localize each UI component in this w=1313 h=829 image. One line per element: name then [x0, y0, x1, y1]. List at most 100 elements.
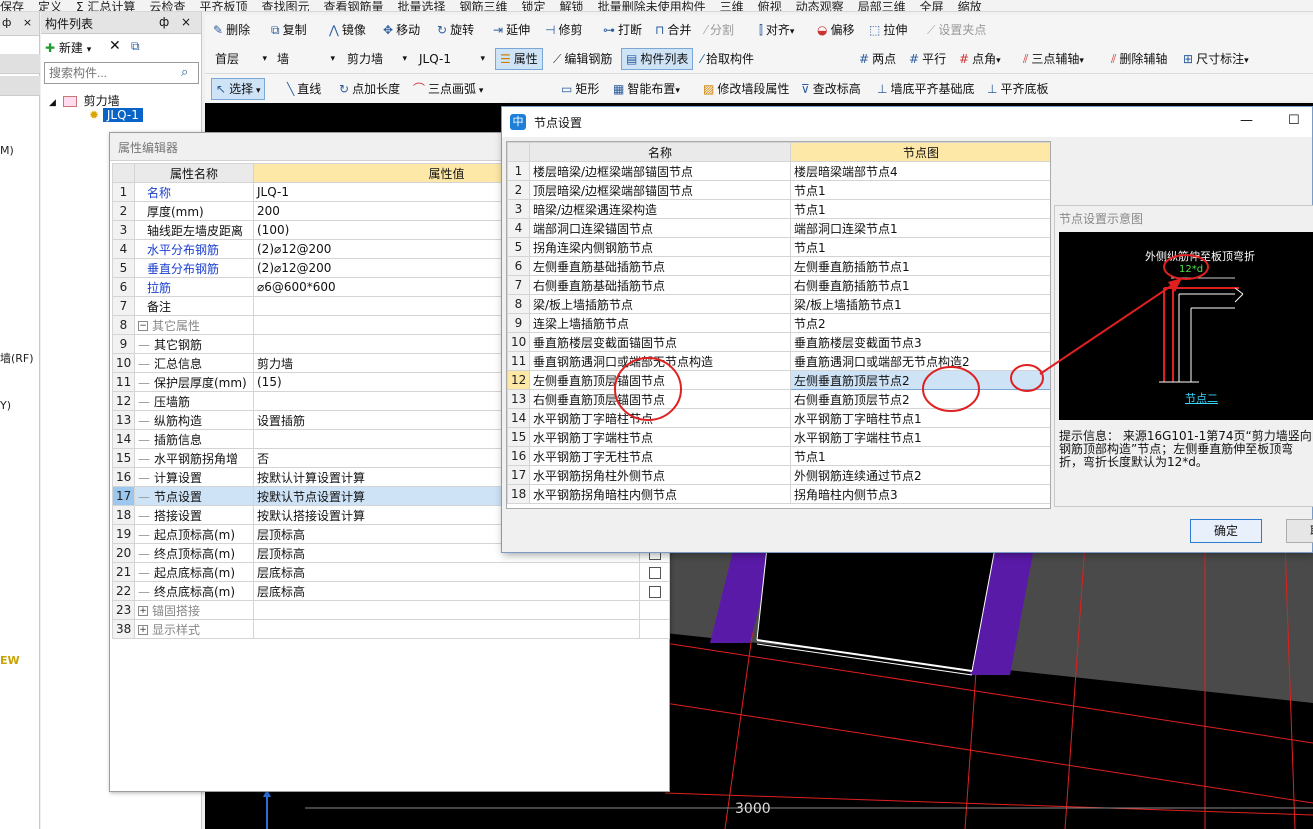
node-diagram-value[interactable]: 左侧垂直筋顶层节点2 — [790, 370, 1050, 390]
align-button[interactable]: ⫿ 对齐▾ — [755, 19, 798, 41]
pin-icon[interactable]: ф — [2, 16, 11, 29]
node-diagram-value[interactable]: 节点1 — [790, 180, 1050, 200]
node-row[interactable]: 9 连梁上墙插筋节点 节点2 — [507, 313, 1050, 333]
top-toolbar-item[interactable]: 保存 — [0, 1, 24, 11]
pick-component-button[interactable]: ⁄ 拾取构件 — [697, 48, 758, 70]
node-row[interactable]: 7 右侧垂直筋基础插筋节点 右侧垂直筋插筋节点1 — [507, 275, 1050, 295]
tree-node-jlq1[interactable]: ✹ JLQ-1 — [89, 108, 143, 122]
node-diagram-value[interactable]: 垂直筋遇洞口或端部无节点构造2 — [790, 351, 1050, 371]
top-toolbar-item[interactable]: 三维 — [720, 1, 744, 11]
property-value[interactable]: 层底标高 — [253, 581, 640, 601]
rotate-button[interactable]: ↻ 旋转 — [433, 19, 478, 41]
subtype-select[interactable]: 剪力墙 ▾ — [343, 49, 409, 69]
component-list-button[interactable]: ▤ 构件列表 — [621, 48, 694, 70]
node-diagram-value[interactable]: 节点2 — [790, 313, 1050, 333]
property-value[interactable] — [253, 600, 640, 620]
collapse-icon[interactable]: ◢ — [49, 98, 56, 108]
top-toolbar-item[interactable]: 批量删除未使用构件 — [598, 1, 706, 11]
offset-button[interactable]: ◒ 偏移 — [813, 19, 859, 41]
line-button[interactable]: ╲ 直线 — [283, 78, 325, 100]
node-row[interactable]: 8 梁/板上墙插筋节点 梁/板上墙插筋节点1 — [507, 294, 1050, 314]
property-value[interactable]: 层底标高 — [253, 562, 640, 582]
node-diagram-value[interactable]: 左侧垂直筋插筋节点1 — [790, 256, 1050, 276]
property-checkbox[interactable] — [648, 566, 661, 579]
top-toolbar-item[interactable]: Σ 汇总计算 — [76, 1, 135, 11]
break-button[interactable]: ⊶ 打断 — [599, 19, 646, 41]
node-diagram-value[interactable]: 端部洞口连梁节点1 — [790, 218, 1050, 238]
component-search-input[interactable] — [44, 62, 199, 84]
merge-button[interactable]: ⊓ 合并 — [651, 19, 695, 41]
property-row[interactable]: 23 + 锚固搭接 — [112, 600, 670, 620]
ok-button[interactable]: 确定 — [1190, 519, 1262, 543]
node-row[interactable]: 18 水平钢筋拐角暗柱内侧节点 拐角暗柱内侧节点3 — [507, 484, 1050, 504]
set-grip-button[interactable]: ⟋ 设置夹点 — [923, 19, 990, 41]
top-toolbar-item[interactable]: 动态观察 — [796, 1, 844, 11]
node-diagram-value[interactable]: 节点1 — [790, 237, 1050, 257]
extend-button[interactable]: ⇥ 延伸 — [489, 19, 534, 41]
cancel-button[interactable]: 取消 — [1286, 519, 1313, 543]
two-point-button[interactable]: # 两点 — [855, 48, 900, 70]
node-row[interactable]: 2 顶层暗梁/边框梁端部锚固节点 节点1 — [507, 180, 1050, 200]
move-button[interactable]: ✥ 移动 — [379, 19, 424, 41]
point-length-button[interactable]: ↻ 点加长度 — [335, 78, 404, 100]
modify-segment-button[interactable]: ▨ 修改墙段属性 — [699, 78, 793, 100]
node-diagram-value[interactable]: 右侧垂直筋顶层节点2 — [790, 389, 1050, 409]
node-row[interactable]: 15 水平钢筋丁字端柱节点 水平钢筋丁字端柱节点1 — [507, 427, 1050, 447]
collapse-icon[interactable]: − — [138, 321, 148, 331]
node-row[interactable]: 5 拐角连梁内侧钢筋节点 节点1 — [507, 237, 1050, 257]
three-point-arc-button[interactable]: ⌒ 三点画弧 ▾ — [409, 78, 487, 100]
wall-base-flush-button[interactable]: ⊥ 墙底平齐基础底 — [873, 78, 978, 100]
top-toolbar-item[interactable]: 全屏 — [920, 1, 944, 11]
node-row[interactable]: 4 端部洞口连梁锚固节点 端部洞口连梁节点1 — [507, 218, 1050, 238]
property-row[interactable]: 22— 终点底标高(m) 层底标高 — [112, 581, 670, 601]
node-row[interactable]: 17 水平钢筋拐角柱外侧节点 外侧钢筋连续通过节点2 — [507, 465, 1050, 485]
top-toolbar-item[interactable]: 俯视 — [758, 1, 782, 11]
node-row[interactable]: 3 暗梁/边框梁遇连梁构造 节点1 — [507, 199, 1050, 219]
type-select[interactable]: 墙 ▾ — [273, 49, 337, 69]
delete-component-icon[interactable]: ✕ — [109, 38, 121, 54]
node-diagram-value[interactable]: 楼层暗梁端部节点4 — [790, 161, 1050, 181]
expand-icon[interactable]: + — [138, 606, 148, 616]
node-diagram-value[interactable]: 垂直筋楼层变截面节点3 — [790, 332, 1050, 352]
pin-icon[interactable]: ф — [159, 15, 169, 29]
parallel-button[interactable]: # 平行 — [905, 48, 950, 70]
tree-node-shear-wall[interactable]: ◢ 剪力墙 — [49, 92, 120, 109]
search-icon[interactable]: ⌕ — [181, 65, 188, 80]
top-toolbar-item[interactable]: 云检查 — [149, 1, 185, 11]
top-toolbar-item[interactable]: 钢筋三维 — [460, 1, 508, 11]
close-icon[interactable]: × — [23, 16, 32, 29]
three-point-aux-button[interactable]: ⫽ 三点辅轴▾ — [1019, 48, 1088, 70]
node-row[interactable]: 12 左侧垂直筋顶层锚固节点 左侧垂直筋顶层节点2 — [507, 370, 1050, 390]
node-row[interactable]: 16 水平钢筋丁字无柱节点 节点1 — [507, 446, 1050, 466]
node-diagram-value[interactable]: 水平钢筋丁字暗柱节点1 — [790, 408, 1050, 428]
node-row[interactable]: 1 楼层暗梁/边框梁端部锚固节点 楼层暗梁端部节点4 — [507, 161, 1050, 181]
node-diagram-value[interactable]: 梁/板上墙插筋节点1 — [790, 294, 1050, 314]
node-diagram-value[interactable]: 水平钢筋丁字端柱节点1 — [790, 427, 1050, 447]
top-toolbar-item[interactable]: 查找图元 — [261, 1, 309, 11]
top-toolbar-item[interactable]: 缩放 — [958, 1, 982, 11]
node-row[interactable]: 14 水平钢筋丁字暗柱节点 水平钢筋丁字暗柱节点1 — [507, 408, 1050, 428]
property-button[interactable]: ☰ 属性 — [495, 48, 543, 70]
property-checkbox[interactable] — [648, 585, 661, 598]
node-diagram-value[interactable]: 节点1 — [790, 199, 1050, 219]
copy-component-icon[interactable]: ⧉ — [131, 39, 140, 54]
node-row[interactable]: 6 左侧垂直筋基础插筋节点 左侧垂直筋插筋节点1 — [507, 256, 1050, 276]
delete-aux-button[interactable]: ⫽ 删除辅轴 — [1107, 48, 1171, 70]
top-toolbar-item[interactable]: 查看钢筋量 — [323, 1, 383, 11]
rectangle-button[interactable]: ▭ 矩形 — [557, 78, 603, 100]
check-elevation-button[interactable]: ⊽ 查改标高 — [797, 78, 865, 100]
top-toolbar-item[interactable]: 批量选择 — [398, 1, 446, 11]
property-value[interactable] — [253, 619, 640, 639]
split-button[interactable]: ⁄ 分割 — [701, 19, 738, 41]
edit-rebar-button[interactable]: ⟋ 编辑钢筋 — [549, 48, 616, 70]
mirror-button[interactable]: ⋀ 镜像 — [325, 19, 370, 41]
property-row[interactable]: 38 + 显示样式 — [112, 619, 670, 639]
left-panel-tab-2[interactable] — [0, 76, 40, 96]
close-icon[interactable]: × — [181, 15, 191, 29]
dimension-button[interactable]: ⊞ 尺寸标注▾ — [1179, 48, 1253, 70]
copy-button[interactable]: ⧉ 复制 — [267, 19, 311, 41]
node-diagram-value[interactable]: 右侧垂直筋插筋节点1 — [790, 275, 1050, 295]
left-panel-tab[interactable] — [0, 54, 40, 74]
delete-button[interactable]: ✎ 删除 — [209, 19, 254, 41]
node-diagram-value[interactable]: 节点1 — [790, 446, 1050, 466]
